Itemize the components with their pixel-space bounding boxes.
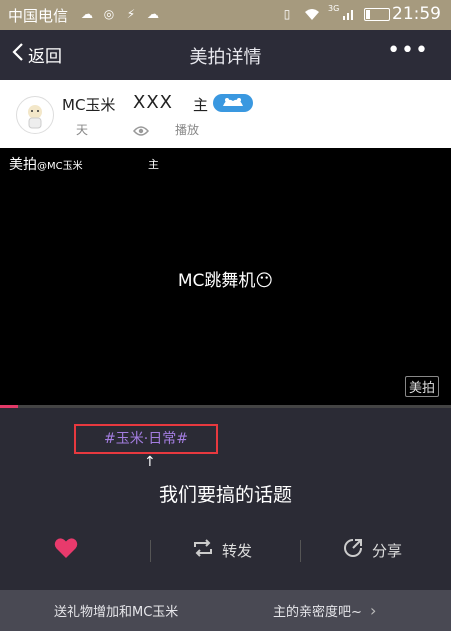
weather-icon: ☁ (81, 7, 93, 21)
days-label: 天 (76, 123, 89, 137)
share-icon (342, 537, 364, 563)
cloud-icon: ☁ (147, 7, 159, 21)
watermark-brand: 美拍 (9, 157, 37, 173)
heart-icon (54, 537, 78, 563)
network-type-label: 3G (328, 4, 340, 13)
chevron-right-icon: › (370, 601, 377, 620)
topic-tag[interactable]: #玉米·日常# (74, 424, 218, 454)
annotation-arrow: ↑ (144, 454, 156, 470)
signal-icon (342, 7, 356, 21)
user-name-redacted: XXX (133, 92, 173, 113)
page-title: 美拍详情 (189, 47, 262, 68)
carrier-label: 中国电信 (8, 7, 69, 25)
video-caption: MC跳舞机😶 (0, 266, 451, 291)
action-divider (150, 540, 151, 562)
level-badge-icon (213, 94, 253, 112)
chevron-left-icon (12, 42, 24, 67)
plays-label: 播放 (175, 123, 200, 137)
more-button[interactable]: ••• (387, 38, 429, 63)
watermark-handle: @MC玉米 (37, 161, 83, 172)
status-bar: 中国电信 ☁ ◎ ⚡ ☁ ▯ 3G 21:59 (0, 0, 451, 30)
back-button[interactable]: 返回 (12, 42, 62, 67)
action-divider (300, 540, 301, 562)
share-label: 分享 (372, 541, 403, 560)
user-role: 主 (193, 96, 209, 114)
clock-label: 21:59 (392, 4, 441, 24)
gift-banner-text: 送礼物增加和MC玉米 (54, 605, 179, 620)
share-button[interactable]: 分享 (342, 528, 402, 572)
content-area: #玉米·日常# ↑ 我们要搞的话题 转发 分享 (0, 408, 451, 590)
usb-icon: ⚡ (126, 7, 136, 21)
video-player[interactable]: 美拍@MC玉米 主 MC跳舞机😶 美拍 (0, 148, 451, 405)
repost-icon (192, 538, 214, 562)
video-caption-text: MC跳舞机 (177, 271, 256, 291)
gift-banner-suffix-label: 主的亲密度吧~ (273, 605, 362, 620)
emoji-icon: 😶 (255, 271, 274, 291)
user-name[interactable]: MC玉米 (62, 94, 115, 115)
nav-bar: 美拍详情 返回 ••• (0, 30, 451, 80)
action-bar: 转发 分享 (0, 528, 451, 572)
back-label: 返回 (28, 47, 62, 67)
video-watermark: 美拍@MC玉米 (9, 154, 83, 174)
message-icon: ◎ (103, 7, 115, 21)
user-info-row: MC玉米 XXX 主 天 播放 (0, 80, 451, 148)
repost-button[interactable]: 转发 (192, 528, 252, 572)
meipai-logo: 美拍 (404, 376, 439, 397)
watermark-role: 主 (148, 158, 159, 171)
gift-banner[interactable]: 送礼物增加和MC玉米 主的亲密度吧~ › (0, 590, 451, 631)
eye-icon (133, 122, 149, 141)
battery-icon (364, 8, 390, 21)
like-button[interactable] (54, 528, 86, 572)
avatar[interactable] (16, 96, 54, 134)
repost-label: 转发 (222, 541, 253, 560)
vibrate-icon: ▯ (283, 7, 291, 21)
annotation-text: 我们要搞的话题 (158, 484, 292, 506)
wifi-icon (304, 7, 319, 21)
gift-banner-text-suffix: 主的亲密度吧~ › (273, 601, 376, 620)
